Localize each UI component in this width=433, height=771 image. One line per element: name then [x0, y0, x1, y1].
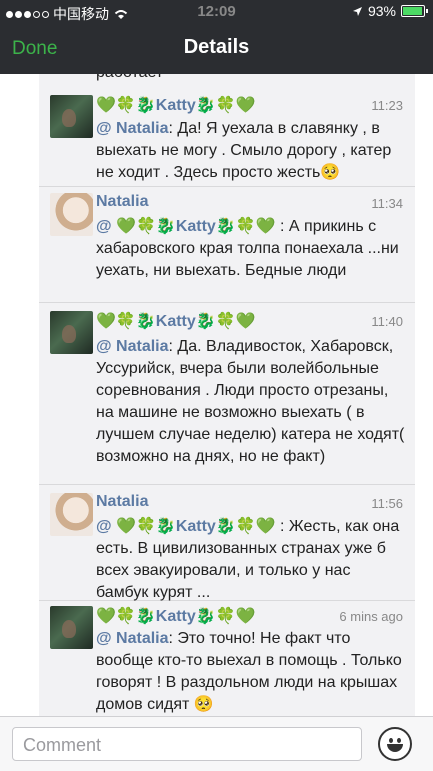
mention[interactable]: @ Natalia	[96, 630, 169, 647]
comment-time: 11:34	[371, 196, 403, 211]
mention[interactable]: @ 💚🍀🐉Katty🐉🍀💚	[96, 218, 276, 235]
comment-item[interactable]: Natalia 11:34 @ 💚🍀🐉Katty🐉🍀💚 : А прикинь …	[39, 186, 415, 303]
comment-time: 11:56	[371, 496, 403, 511]
comment-author[interactable]: 💚🍀🐉Katty🐉🍀💚	[96, 606, 256, 626]
mention[interactable]: @ 💚🍀🐉Katty🐉🍀💚	[96, 518, 276, 535]
emoji-smile-icon[interactable]	[378, 727, 412, 761]
location-arrow-icon	[352, 6, 362, 16]
comment-text: @ Natalia: Это точно! Не факт что вообще…	[96, 628, 406, 716]
comment-author[interactable]: 💚🍀🐉Katty🐉🍀💚	[96, 311, 256, 331]
comment-time: 11:23	[371, 98, 403, 113]
comment-time: 11:40	[371, 314, 403, 329]
comment-text: @ Natalia: Да. Владивосток, Хабаровск, У…	[96, 336, 406, 468]
avatar[interactable]	[50, 606, 93, 649]
comments-panel: работает 💚🍀🐉Katty🐉🍀💚 11:23 @ Natalia: Да…	[39, 74, 415, 716]
navigation-bar: Done Details	[0, 24, 433, 74]
status-bar: 中国移动 12:09 93%	[0, 0, 433, 24]
comment-text: @ 💚🍀🐉Katty🐉🍀💚 : А прикинь с хабаровского…	[96, 216, 406, 282]
battery-group: 93%	[352, 3, 428, 19]
comment-author[interactable]: Natalia	[96, 193, 148, 211]
avatar[interactable]	[50, 193, 93, 236]
battery-percent: 93%	[367, 3, 396, 19]
comment-bar: Comment	[0, 716, 433, 771]
comment-item[interactable]: 💚🍀🐉Katty🐉🍀💚 6 mins ago @ Natalia: Это то…	[39, 600, 415, 716]
avatar[interactable]	[50, 311, 93, 354]
comment-body: : Да. Владивосток, Хабаровск, Уссурийск,…	[96, 338, 405, 465]
avatar[interactable]	[50, 95, 93, 138]
comment-item[interactable]: Natalia 11:56 @ 💚🍀🐉Katty🐉🍀💚 : Жесть, как…	[39, 484, 415, 601]
mention[interactable]: @ Natalia	[96, 120, 169, 137]
battery-icon	[401, 5, 428, 17]
cut-off-text: работает	[96, 74, 163, 82]
comment-text: @ 💚🍀🐉Katty🐉🍀💚 : Жесть, как она есть. В ц…	[96, 516, 406, 604]
comment-input[interactable]: Comment	[12, 727, 362, 761]
avatar[interactable]	[50, 493, 93, 536]
mention[interactable]: @ Natalia	[96, 338, 169, 355]
comment-item[interactable]: 💚🍀🐉Katty🐉🍀💚 11:40 @ Natalia: Да. Владиво…	[39, 302, 415, 485]
comment-time: 6 mins ago	[339, 609, 403, 624]
comment-text: @ Natalia: Да! Я уехала в славянку , в в…	[96, 118, 406, 184]
page-title: Details	[183, 36, 250, 58]
comment-author[interactable]: 💚🍀🐉Katty🐉🍀💚	[96, 95, 256, 115]
comment-item[interactable]: 💚🍀🐉Katty🐉🍀💚 11:23 @ Natalia: Да! Я уехал…	[39, 92, 415, 187]
comment-author[interactable]: Natalia	[96, 493, 148, 511]
comments-scroll-area[interactable]: работает 💚🍀🐉Katty🐉🍀💚 11:23 @ Natalia: Да…	[0, 74, 433, 716]
